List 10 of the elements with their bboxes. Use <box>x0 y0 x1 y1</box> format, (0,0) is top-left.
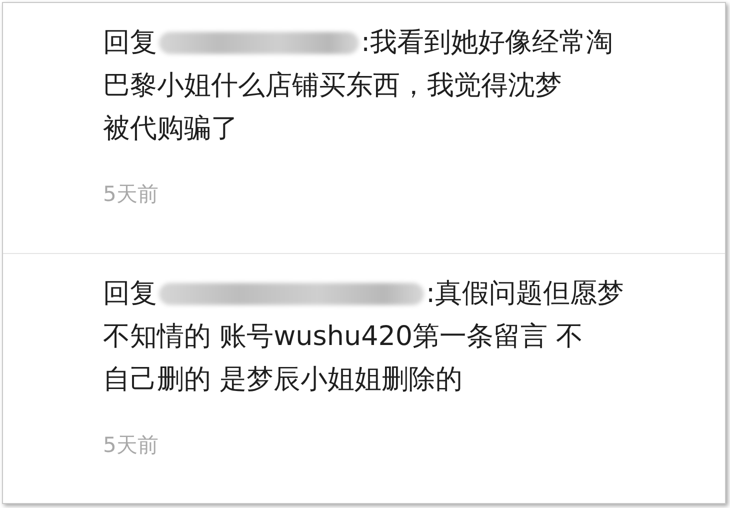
reply-label: 回复 <box>103 26 157 60</box>
comment-text: 不知情的 账号wushu420第一条留言 不 <box>103 320 584 354</box>
comment-text: 被代购骗了 <box>103 112 238 146</box>
comment-time: 5天前 <box>103 433 158 457</box>
comment-time: 5天前 <box>103 182 158 206</box>
reply-label: 回复 <box>103 277 157 311</box>
comment-text: 巴黎小姐什么店铺买东西，我觉得沈梦 <box>103 69 562 103</box>
comment-text: :我看到她好像经常淘 <box>361 26 614 60</box>
comment-text: :真假问题但愿梦 <box>426 277 624 311</box>
comment-text: 自己删的 是梦辰小姐姐删除的 <box>103 363 463 397</box>
